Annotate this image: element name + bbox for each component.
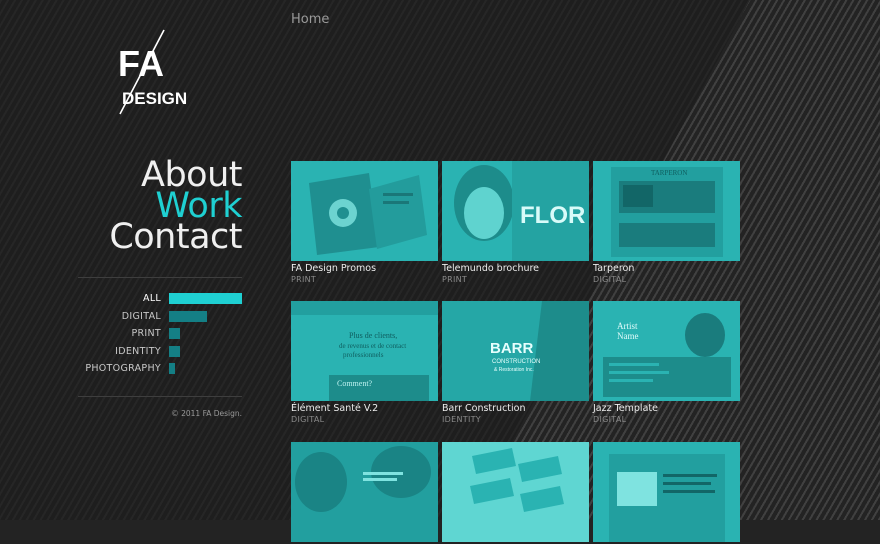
project-category: DIGITAL (593, 415, 627, 424)
filter-label: ALL (143, 293, 161, 304)
project-card-element-sante[interactable]: Plus de clients, de revenus et de contac… (291, 301, 438, 424)
thumb-text-tarperon: TARPERON (651, 169, 687, 177)
project-title[interactable]: Telemundo brochure (442, 263, 589, 274)
project-title[interactable]: FA Design Promos (291, 263, 438, 274)
project-thumbnail[interactable] (593, 442, 740, 542)
thumb-text-jazz-name: Name (617, 331, 639, 341)
filter-label: PRINT (131, 328, 161, 339)
project-thumbnail[interactable] (291, 442, 438, 542)
divider-top (78, 277, 242, 278)
project-thumbnail[interactable] (291, 161, 438, 261)
filter-bar (169, 293, 242, 304)
project-card-row3-3[interactable] (593, 442, 740, 544)
project-card-fa-design-promos[interactable]: FA Design Promos PRINT (291, 161, 438, 284)
filter-all[interactable]: ALL (80, 292, 244, 310)
project-card-jazz-template[interactable]: Artist Name Jazz Template DIGITAL (593, 301, 740, 424)
project-category: DIGITAL (593, 275, 627, 284)
project-title[interactable]: Élément Santé V.2 (291, 403, 438, 414)
project-card-tarperon[interactable]: TARPERON Tarperon DIGITAL (593, 161, 740, 284)
project-thumbnail[interactable]: Artist Name (593, 301, 740, 401)
thumb-text-barr-sub: CONSTRUCTION (492, 359, 540, 365)
category-filters: ALL DIGITAL PRINT IDENTITY PHOTOGRAPHY (80, 292, 244, 380)
project-card-barr-construction[interactable]: BARR CONSTRUCTION & Restoration Inc. Bar… (442, 301, 589, 424)
project-title[interactable]: Tarperon (593, 263, 740, 274)
main-nav: About Work Contact (70, 158, 242, 255)
filter-label: IDENTITY (115, 345, 161, 357)
filter-identity[interactable]: IDENTITY (80, 345, 244, 363)
filter-bar (169, 310, 207, 322)
filter-bar (169, 363, 175, 374)
project-category: PRINT (291, 275, 317, 284)
project-card-row3-1[interactable] (291, 442, 438, 544)
project-card-telemundo-brochure[interactable]: FLOR Telemundo brochure PRINT (442, 161, 589, 284)
copyright: © 2011 FA Design. (171, 409, 242, 418)
divider-bottom (78, 396, 242, 397)
logo-text-fa: FA (118, 43, 164, 84)
project-card-row3-2[interactable] (442, 442, 589, 544)
project-thumbnail[interactable]: Plus de clients, de revenus et de contac… (291, 301, 438, 401)
project-title[interactable]: Barr Construction (442, 403, 589, 414)
thumb-text-element-line2: de revenus et de contact (339, 342, 406, 350)
filter-bar (169, 345, 180, 357)
fa-design-logo[interactable]: FA DESIGN (112, 28, 192, 118)
thumb-text-barr-sub2: & Restoration Inc. (494, 367, 534, 373)
thumb-text-jazz-artist: Artist (617, 321, 638, 331)
filter-label: DIGITAL (121, 310, 161, 322)
nav-contact[interactable]: Contact (70, 220, 242, 255)
filter-digital[interactable]: DIGITAL (80, 310, 244, 328)
project-thumbnail[interactable] (442, 442, 589, 542)
project-title[interactable]: Jazz Template (593, 403, 740, 414)
filter-label: PHOTOGRAPHY (85, 363, 161, 374)
thumb-text-barr: BARR (490, 340, 533, 357)
breadcrumb-home[interactable]: Home (291, 12, 329, 27)
project-category: IDENTITY (442, 415, 481, 424)
project-thumbnail[interactable]: BARR CONSTRUCTION & Restoration Inc. (442, 301, 589, 401)
thumb-text-comment: Comment? (337, 379, 373, 388)
filter-print[interactable]: PRINT (80, 327, 244, 345)
filter-bar (169, 328, 180, 339)
project-thumbnail[interactable]: TARPERON (593, 161, 740, 261)
thumb-text-element-line3: professionnels (343, 351, 384, 359)
thumb-text-element-plus: Plus de clients, (349, 331, 397, 340)
project-category: PRINT (442, 275, 468, 284)
thumb-text-flor: FLOR (520, 202, 585, 229)
project-thumbnail[interactable]: FLOR (442, 161, 589, 261)
filter-photography[interactable]: PHOTOGRAPHY (80, 362, 244, 380)
project-category: DIGITAL (291, 415, 325, 424)
